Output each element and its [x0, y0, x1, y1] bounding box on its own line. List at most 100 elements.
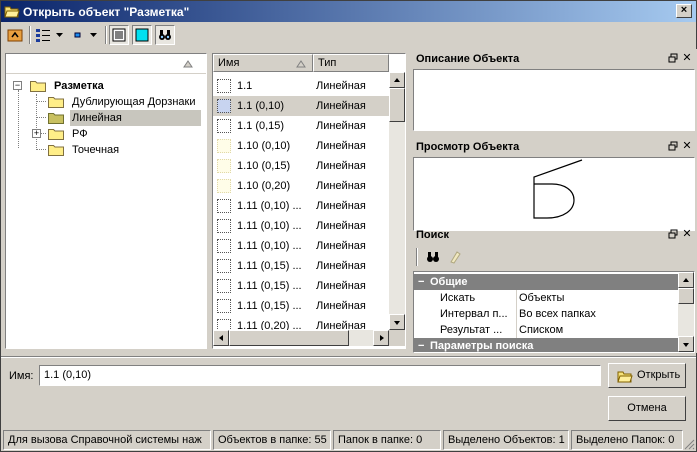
object-list[interactable]: Имя Тип 1.1 Линейная 1.1 (0,10) Линейная 1.1…	[212, 53, 406, 349]
category-label: Общие	[430, 276, 468, 288]
restore-icon[interactable]	[668, 53, 678, 63]
tree-item-duplicate[interactable]: Дублирующая Дорзнаки	[46, 94, 201, 110]
list-item[interactable]: 1.10 (0,15) Линейная	[213, 156, 389, 176]
grid-vertical-scrollbar[interactable]	[678, 272, 694, 352]
item-name: 1.10 (0,20)	[237, 180, 291, 192]
property-key: Искать	[440, 292, 476, 304]
cancel-button[interactable]: Отмена	[608, 396, 686, 421]
status-folders-count: Папок в папке: 0	[333, 430, 441, 450]
folder-tree[interactable]: − Разметка Дублирующая Дорзнаки Линейная…	[5, 53, 207, 349]
preview-icon	[135, 28, 149, 42]
collapse-icon[interactable]: −	[418, 274, 424, 290]
binoculars-icon[interactable]	[425, 250, 441, 264]
tree-item-label: Линейная	[70, 110, 201, 126]
expand-icon[interactable]: +	[32, 129, 41, 138]
scroll-thumb[interactable]	[229, 330, 349, 346]
toolbar-grip	[416, 248, 418, 266]
clear-search-icon[interactable]	[447, 250, 463, 264]
status-selected-folders: Выделено Папок: 0	[571, 430, 683, 450]
item-type: Линейная	[316, 140, 366, 152]
item-type: Линейная	[316, 280, 366, 292]
name-label: Имя:	[9, 370, 34, 382]
property-row[interactable]: Результат ... Списком	[414, 322, 678, 338]
list-item[interactable]: 1.11 (0,10) ... Линейная	[213, 236, 389, 256]
tree-item-label: Разметка	[54, 80, 104, 92]
preview-panel-title: Просмотр Объекта	[416, 141, 520, 153]
scroll-thumb[interactable]	[389, 88, 405, 122]
scroll-down-button[interactable]	[389, 314, 405, 330]
tree-line	[18, 90, 19, 148]
column-header-name[interactable]: Имя	[213, 54, 313, 72]
list-vertical-scrollbar[interactable]	[389, 72, 405, 330]
close-icon[interactable]: ×	[676, 4, 692, 18]
name-input[interactable]: 1.1 (0,10)	[39, 365, 601, 386]
list-item[interactable]: 1.11 (0,10) ... Линейная	[213, 216, 389, 236]
list-item[interactable]: 1.11 (0,15) ... Линейная	[213, 276, 389, 296]
restore-icon[interactable]	[668, 141, 678, 151]
search-property-grid[interactable]: − Общие Искать Объекты Интервал п... Во …	[413, 271, 695, 353]
category-general[interactable]: − Общие	[414, 274, 678, 290]
close-icon[interactable]: ✕	[682, 53, 692, 64]
item-name: 1.11 (0,15) ...	[237, 300, 302, 312]
list-horizontal-scrollbar[interactable]	[213, 330, 389, 346]
list-item[interactable]: 1.10 (0,20) Линейная	[213, 176, 389, 196]
tree-item-point[interactable]: Точечная	[46, 142, 201, 158]
preview-toggle-button[interactable]	[132, 25, 152, 45]
resize-grip-icon[interactable]	[683, 438, 695, 450]
window-title: Открыть объект "Разметка"	[23, 5, 190, 19]
list-item[interactable]: 1.10 (0,10) Линейная	[213, 136, 389, 156]
folder-icon	[48, 145, 64, 156]
list-item[interactable]: 1.11 (0,10) ... Линейная	[213, 196, 389, 216]
marking-preview-image	[533, 159, 583, 219]
scroll-right-button[interactable]	[373, 330, 389, 346]
list-item[interactable]: 1.1 (0,10) Линейная	[213, 96, 389, 116]
close-icon[interactable]: ✕	[682, 229, 692, 240]
open-button[interactable]: Открыть	[608, 363, 686, 388]
title-bar: Открыть объект "Разметка" ×	[1, 1, 696, 22]
open-object-dialog: Открыть объект "Разметка" × − Разметка Д…	[0, 0, 697, 452]
sort-up-icon	[183, 60, 193, 68]
list-item[interactable]: 1.1 (0,15) Линейная	[213, 116, 389, 136]
collapse-icon[interactable]: −	[13, 81, 22, 90]
marking-thumbnail-icon	[217, 279, 231, 293]
column-header-type[interactable]: Тип	[313, 54, 389, 72]
close-icon[interactable]: ✕	[682, 141, 692, 152]
toolbar	[1, 23, 696, 49]
property-row[interactable]: Искать Объекты	[414, 290, 678, 306]
tree-item-root[interactable]: − Разметка	[10, 78, 200, 94]
description-toggle-button[interactable]	[109, 25, 129, 45]
scroll-up-button[interactable]	[389, 72, 405, 88]
view-mode-button[interactable]	[33, 25, 67, 45]
tree-item-label: РФ	[72, 128, 88, 140]
list-item[interactable]: 1.1 Линейная	[213, 76, 389, 96]
scroll-thumb[interactable]	[678, 288, 694, 304]
item-type: Линейная	[316, 160, 366, 172]
up-folder-icon	[7, 29, 23, 42]
scroll-down-button[interactable]	[678, 336, 694, 352]
list-item[interactable]: 1.11 (0,15) ... Линейная	[213, 256, 389, 276]
description-panel-title: Описание Объекта	[416, 53, 520, 65]
item-name: 1.11 (0,10) ...	[237, 240, 302, 252]
property-value[interactable]: Во всех папках	[516, 306, 596, 322]
scroll-left-button[interactable]	[213, 330, 229, 346]
list-item[interactable]: 1.11 (0,15) ... Линейная	[213, 296, 389, 316]
scroll-up-button[interactable]	[678, 272, 694, 288]
collapse-icon[interactable]: −	[418, 338, 424, 352]
tree-item-rf[interactable]: + РФ	[28, 126, 183, 142]
marking-thumbnail-icon	[217, 199, 231, 213]
search-panel-title: Поиск	[416, 229, 450, 241]
property-value[interactable]: Списком	[516, 322, 563, 338]
property-value[interactable]: Объекты	[516, 290, 564, 306]
search-toggle-button[interactable]	[155, 25, 175, 45]
folder-icon	[48, 129, 64, 140]
category-params[interactable]: − Параметры поиска	[414, 338, 678, 352]
item-type: Линейная	[316, 220, 366, 232]
icon-size-button[interactable]	[69, 25, 103, 45]
restore-icon[interactable]	[668, 229, 678, 239]
item-type: Линейная	[316, 240, 366, 252]
property-row[interactable]: Интервал п... Во всех папках	[414, 306, 678, 322]
tree-item-label: Точечная	[72, 144, 120, 156]
tree-item-linear[interactable]: Линейная	[46, 110, 201, 126]
up-folder-button[interactable]	[5, 25, 25, 45]
marking-thumbnail-icon	[217, 139, 231, 153]
